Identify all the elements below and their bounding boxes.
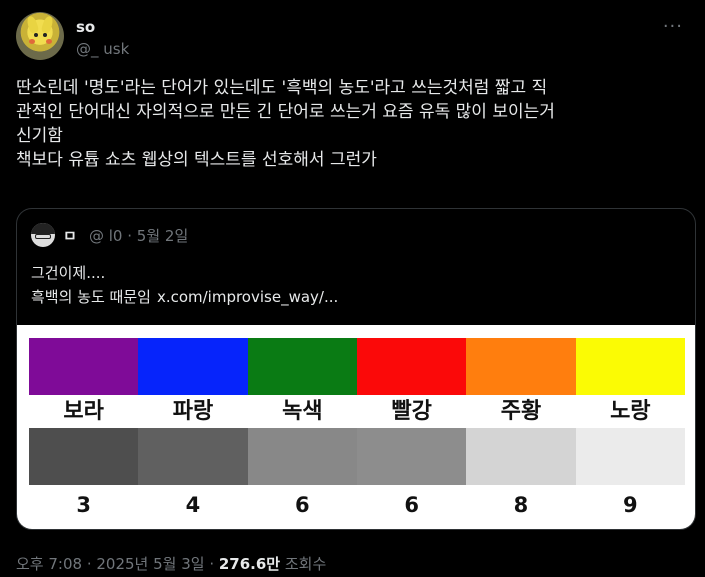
avatar-eye bbox=[43, 33, 47, 37]
author-name[interactable]: so bbox=[76, 18, 95, 36]
view-count-label: 조회수 bbox=[280, 555, 327, 573]
quoted-link[interactable]: x.com/improvise_way/... bbox=[157, 288, 338, 306]
avatar-glasses bbox=[35, 234, 51, 239]
tweet-footer: 오후 7:08 · 2025년 5월 3일 · 276.6만 조회수 bbox=[16, 553, 326, 574]
gray-value: 6 bbox=[295, 493, 310, 517]
quoted-image[interactable]: 보라 파랑 녹색 빨강 주황 노랑 3 4 6 6 8 9 bbox=[17, 325, 695, 529]
color-swatch-green bbox=[247, 338, 357, 395]
color-label: 파랑 bbox=[172, 399, 214, 424]
avatar-ear bbox=[25, 15, 40, 34]
gray-value: 6 bbox=[404, 493, 419, 517]
tweet-timestamp[interactable]: 오후 7:08 · 2025년 5월 3일 · bbox=[16, 555, 219, 573]
author-avatar[interactable] bbox=[16, 12, 64, 60]
tweet-text-line: 신기함 bbox=[16, 126, 63, 146]
tweet-text-line: 관적인 단어대신 자의적으로 만든 긴 단어로 쓰는거 요즘 유독 많이 보이는… bbox=[16, 102, 555, 122]
quoted-text-line: 그건이제.... bbox=[31, 264, 106, 282]
quoted-tweet-text: 그건이제.... 흑백의 농도 때문임 x.com/improvise_way/.… bbox=[31, 261, 338, 309]
gray-value: 9 bbox=[622, 493, 638, 517]
color-label-row: 보라 파랑 녹색 빨강 주황 노랑 bbox=[29, 397, 685, 427]
gray-value-row: 3 4 6 6 8 9 bbox=[29, 489, 685, 521]
color-label: 빨강 bbox=[391, 399, 432, 424]
color-label: 보라 bbox=[63, 399, 104, 424]
author-handle[interactable]: @_ usk bbox=[76, 40, 129, 58]
quoted-author-meta: @ l0 · 5월 2일 bbox=[89, 227, 189, 245]
gray-swatch bbox=[466, 428, 576, 485]
quoted-text-span: 흑백의 농도 때문임 bbox=[31, 288, 151, 306]
color-label: 녹색 bbox=[282, 399, 323, 424]
gray-value: 4 bbox=[185, 493, 201, 517]
gray-swatch bbox=[29, 428, 139, 485]
avatar-ear bbox=[40, 15, 55, 34]
color-swatch-blue bbox=[138, 338, 248, 395]
gray-value: 3 bbox=[76, 493, 91, 517]
color-swatch-yellow bbox=[575, 338, 685, 395]
avatar-eye bbox=[34, 33, 38, 37]
color-label: 노랑 bbox=[610, 399, 651, 424]
tweet-text-line: 딴소린데 '명도'라는 단어가 있는데도 '흑백의 농도'라고 쓰는것처럼 짧고… bbox=[16, 78, 548, 98]
color-label: 주황 bbox=[500, 399, 542, 424]
gray-swatch bbox=[575, 428, 685, 485]
gray-swatch-row bbox=[29, 428, 685, 485]
avatar-hair bbox=[31, 223, 55, 234]
tweet-header: so @_ usk ··· bbox=[16, 12, 689, 62]
color-swatch-row bbox=[29, 338, 685, 395]
color-swatch-red bbox=[356, 338, 467, 395]
more-options-icon[interactable]: ··· bbox=[663, 16, 683, 37]
tweet-text: 딴소린데 '명도'라는 단어가 있는데도 '흑백의 농도'라고 쓰는것처럼 짧고… bbox=[16, 76, 696, 172]
quoted-text-line: 흑백의 농도 때문임 x.com/improvise_way/... bbox=[31, 285, 338, 309]
gray-swatch bbox=[138, 428, 248, 485]
quoted-tweet[interactable]: ㅁ @ l0 · 5월 2일 그건이제.... 흑백의 농도 때문임 x.com/… bbox=[16, 208, 696, 530]
gray-swatch bbox=[247, 428, 357, 485]
gray-swatch bbox=[356, 428, 467, 485]
view-count: 276.6만 bbox=[218, 555, 281, 573]
quoted-author-avatar[interactable] bbox=[31, 223, 55, 247]
avatar-cheek bbox=[46, 39, 52, 44]
color-swatch-orange bbox=[466, 338, 576, 395]
avatar-cheek bbox=[29, 39, 35, 44]
quoted-author-name[interactable]: ㅁ bbox=[63, 225, 77, 246]
color-swatch-purple bbox=[29, 338, 139, 395]
gray-value: 8 bbox=[513, 493, 529, 517]
tweet-text-line: 책보다 유튭 쇼츠 웹상의 텍스트를 선호해서 그런가 bbox=[16, 150, 377, 170]
